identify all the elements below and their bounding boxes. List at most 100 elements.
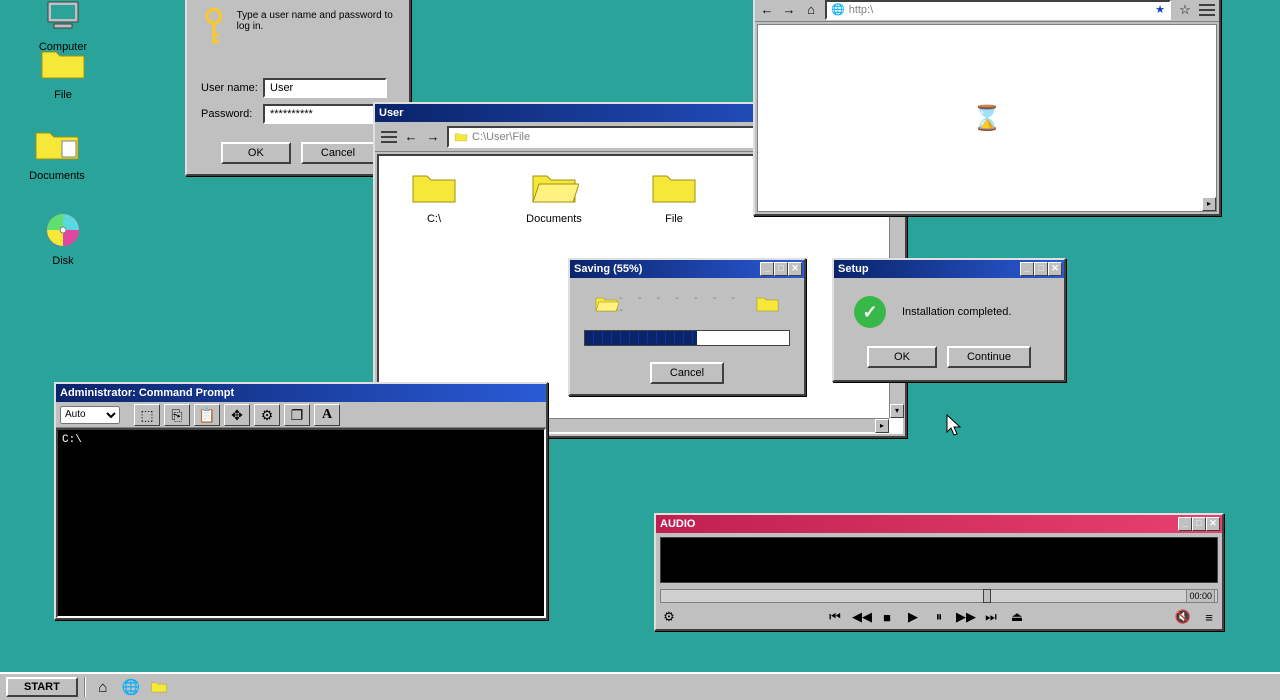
ok-button[interactable]: OK [221, 142, 291, 164]
close-button[interactable]: ✕ [788, 262, 802, 276]
cmd-title: Administrator: Command Prompt [60, 387, 234, 399]
minimize-button[interactable]: _ [760, 262, 774, 276]
audio-time: 00:00 [1186, 589, 1215, 603]
menu-icon[interactable] [1199, 4, 1215, 16]
password-label: Password: [201, 108, 263, 120]
play-icon[interactable]: ▶ [904, 609, 922, 625]
taskbar-home-icon[interactable]: ⌂ [92, 677, 114, 697]
fast-forward-icon[interactable]: ▶▶ [956, 609, 974, 625]
folder-c-drive[interactable]: C:\ [399, 170, 469, 225]
audio-display [660, 537, 1218, 583]
skip-next-icon[interactable]: ⏭ [982, 609, 1000, 625]
desktop-icon-label: Documents [22, 170, 92, 182]
explorer-title: User [379, 107, 403, 119]
globe-icon: 🌐 [831, 3, 845, 16]
address-path[interactable]: C:\User\File [472, 131, 530, 143]
scroll-right-icon[interactable]: ▸ [1202, 197, 1216, 211]
audio-seekbar[interactable]: 00:00 [660, 589, 1218, 603]
stop-icon[interactable]: ■ [878, 610, 896, 625]
cmd-tool-copy-icon[interactable]: ⎘ [164, 404, 190, 426]
taskbar-folder-icon[interactable] [148, 677, 170, 697]
back-button[interactable]: ← [403, 129, 419, 145]
desktop-icon-file[interactable]: File [28, 44, 98, 101]
check-icon: ✓ [854, 296, 886, 328]
forward-button[interactable]: → [781, 2, 797, 18]
home-button[interactable]: ⌂ [803, 2, 819, 18]
maximize-button[interactable]: □ [1034, 262, 1048, 276]
desktop-icon-label: Disk [28, 255, 98, 267]
username-input[interactable] [263, 78, 387, 98]
desktop-icon-documents[interactable]: Documents [22, 125, 92, 182]
folder-label: File [639, 213, 709, 225]
folder-icon [38, 44, 88, 84]
url-text: http:\ [849, 4, 873, 16]
cancel-button[interactable]: Cancel [301, 142, 375, 164]
folder-file[interactable]: File [639, 170, 709, 225]
start-button[interactable]: START [6, 677, 78, 697]
close-button[interactable]: ✕ [1048, 262, 1062, 276]
close-button[interactable]: ✕ [1206, 517, 1220, 531]
progress-fill [585, 331, 697, 345]
favorite-icon[interactable]: ☆ [1177, 2, 1193, 18]
folder-icon [409, 170, 459, 206]
cmd-tool-fullscreen-icon[interactable]: ✥ [224, 404, 250, 426]
setup-message: Installation completed. [902, 306, 1011, 318]
saving-title: Saving (55%) [574, 263, 642, 275]
settings-icon[interactable]: ⚙ [660, 609, 678, 625]
folder-icon [32, 125, 82, 165]
setup-dialog: Setup _ □ ✕ ✓ Installation completed. OK… [832, 258, 1066, 382]
cursor-icon [946, 414, 964, 438]
audio-titlebar[interactable]: AUDIO _ □ ✕ [656, 515, 1222, 533]
forward-button[interactable]: → [425, 129, 441, 145]
folder-icon [755, 294, 780, 314]
browser-window: ← → ⌂ 🌐 http:\ ★ ☆ ⌛ ▸ [753, 0, 1221, 216]
cmd-tool-paste-icon[interactable]: 📋 [194, 404, 220, 426]
ok-button[interactable]: OK [867, 346, 937, 368]
login-instruction: Type a user name and password to log in. [237, 4, 395, 32]
continue-button[interactable]: Continue [947, 346, 1031, 368]
eject-icon[interactable]: ⏏ [1008, 609, 1026, 625]
disk-icon [38, 210, 88, 250]
taskbar-globe-icon[interactable]: 🌐 [120, 677, 142, 697]
maximize-button[interactable]: □ [774, 262, 788, 276]
volume-icon[interactable]: 🔇 [1174, 609, 1192, 625]
folder-documents[interactable]: Documents [519, 170, 589, 225]
cancel-button[interactable]: Cancel [650, 362, 724, 384]
folder-icon [454, 131, 468, 143]
computer-icon [38, 0, 88, 36]
menu-icon[interactable] [381, 131, 397, 143]
key-icon [201, 4, 227, 54]
command-prompt-window: Administrator: Command Prompt Auto ⬚ ⎘ 📋… [54, 382, 548, 620]
pause-icon[interactable]: ⏸ [930, 609, 948, 625]
scroll-down-icon[interactable]: ▾ [890, 404, 904, 418]
maximize-button[interactable]: □ [1192, 517, 1206, 531]
equalizer-icon[interactable]: ≡ [1200, 610, 1218, 625]
cmd-tool-font-icon[interactable]: A [314, 404, 340, 426]
back-button[interactable]: ← [759, 2, 775, 18]
minimize-button[interactable]: _ [1020, 262, 1034, 276]
seekbar-thumb[interactable] [983, 589, 991, 603]
cmd-output[interactable]: C:\ [56, 428, 546, 618]
browser-viewport[interactable]: ⌛ ▸ [757, 24, 1217, 212]
desktop-icon-label: File [28, 89, 98, 101]
password-input[interactable] [263, 104, 387, 124]
setup-titlebar[interactable]: Setup _ □ ✕ [834, 260, 1064, 278]
url-bar[interactable]: 🌐 http:\ ★ [825, 0, 1171, 20]
scroll-right-icon[interactable]: ▸ [875, 419, 889, 433]
username-label: User name: [201, 82, 263, 94]
setup-title: Setup [838, 263, 869, 275]
cmd-tool-properties-icon[interactable]: ⚙ [254, 404, 280, 426]
rewind-icon[interactable]: ◀◀ [852, 609, 870, 625]
bookmark-filled-icon[interactable]: ★ [1155, 3, 1165, 16]
progress-dots: - - - - - - - - [619, 292, 755, 316]
cmd-titlebar[interactable]: Administrator: Command Prompt [56, 384, 546, 402]
cmd-tool-background-icon[interactable]: ❐ [284, 404, 310, 426]
cmd-tool-marquee-icon[interactable]: ⬚ [134, 404, 160, 426]
folder-open-icon [594, 294, 619, 314]
folder-label: Documents [519, 213, 589, 225]
minimize-button[interactable]: _ [1178, 517, 1192, 531]
saving-titlebar[interactable]: Saving (55%) _ □ ✕ [570, 260, 804, 278]
skip-prev-icon[interactable]: ⏮ [826, 609, 844, 625]
cmd-mode-select[interactable]: Auto [60, 406, 120, 424]
desktop-icon-disk[interactable]: Disk [28, 210, 98, 267]
